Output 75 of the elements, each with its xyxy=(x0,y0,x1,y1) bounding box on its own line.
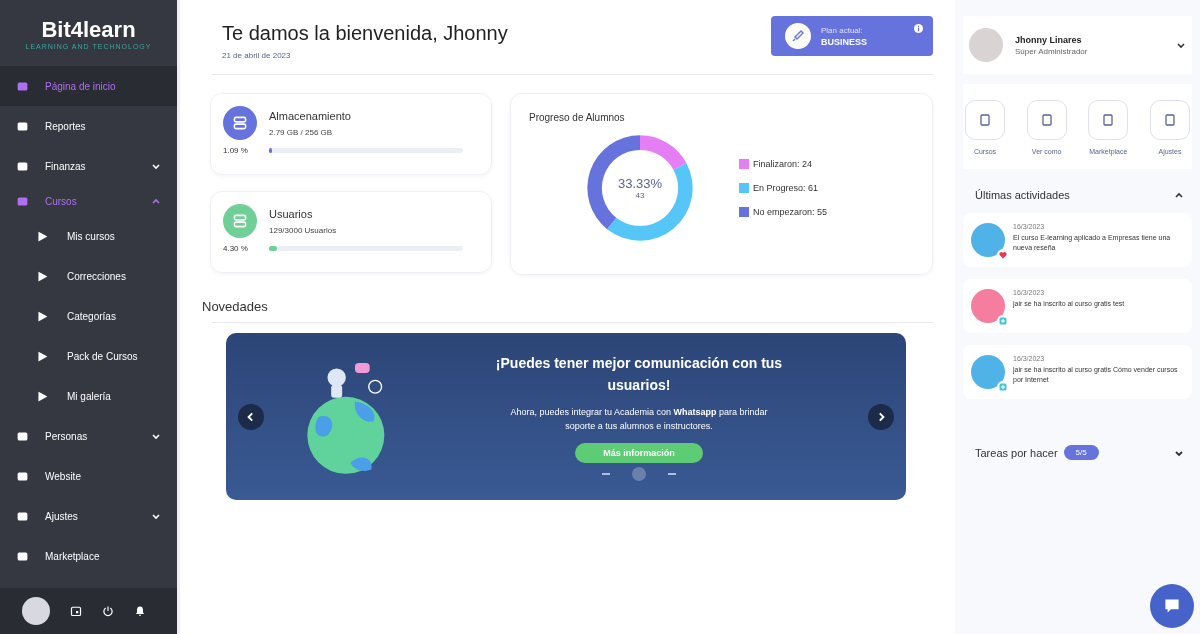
sidebar-item[interactable]: Reportes xyxy=(0,106,177,146)
sidebar-subitem[interactable]: Mi galería xyxy=(0,376,177,416)
sidebar-subitem[interactable]: Pack de Cursos xyxy=(0,336,177,376)
chart-title: Progreso de Alumnos xyxy=(529,112,626,123)
menu-icon xyxy=(16,549,29,563)
bell-icon[interactable] xyxy=(134,605,146,617)
menu-icon xyxy=(36,389,49,403)
sidebar-subitem[interactable]: Categorías xyxy=(0,296,177,336)
avatar xyxy=(969,28,1003,62)
legend-label: No empezaron: 55 xyxy=(753,207,828,217)
plan-label: Plan actual: xyxy=(821,25,864,35)
banner-heading: ¡Puedes tener mejor comunicación con tus usuarios! xyxy=(494,353,784,396)
section-title: Tareas por hacer xyxy=(975,446,1058,459)
plus-icon xyxy=(997,315,1009,327)
section-title: Novedades xyxy=(202,299,269,314)
avatar[interactable] xyxy=(22,597,50,625)
profile-card[interactable]: Jhonny Linares Súper Administrador xyxy=(963,16,1192,74)
percent-text: 1.09 % xyxy=(223,146,249,155)
legend-swatch xyxy=(739,159,749,169)
stat-title: Usuarios xyxy=(269,207,314,220)
menu-icon xyxy=(16,159,29,173)
stat-detail: 129/3000 Usuarios xyxy=(269,225,337,235)
menu-icon xyxy=(36,349,49,363)
legend-swatch xyxy=(739,183,749,193)
date-text: 21 de abril de 2023 xyxy=(222,51,292,60)
heart-icon xyxy=(997,249,1009,261)
shortcut-button[interactable] xyxy=(1088,100,1129,140)
profile-name: Jhonny Linares xyxy=(1015,34,1083,45)
previous-button[interactable] xyxy=(238,403,264,430)
shortcut-button[interactable] xyxy=(965,100,1005,140)
menu-icon xyxy=(16,469,29,483)
profile-role: Súper Administrador xyxy=(1015,46,1089,56)
stat-title: Almacenamiento xyxy=(269,109,351,122)
plus-icon xyxy=(997,381,1009,393)
sidebar-item[interactable]: Finanzas xyxy=(0,146,177,186)
sidebar-item[interactable]: Cursos xyxy=(0,186,177,216)
power-icon[interactable] xyxy=(102,605,114,617)
section-title: Últimas actividades xyxy=(975,189,1070,201)
menu-icon xyxy=(16,429,29,443)
menu-icon xyxy=(36,269,49,283)
legend-swatch xyxy=(739,207,749,217)
percent-text: 4.30 % xyxy=(223,244,249,253)
task-count-badge: 5/5 xyxy=(1063,445,1099,460)
welcome-title: Te damos la bienvenida, Jhonny xyxy=(222,22,508,45)
carousel-dot[interactable] xyxy=(632,467,646,482)
sidebar-item[interactable]: Marketplace xyxy=(0,536,177,576)
sidebar-item[interactable]: Personas xyxy=(0,416,177,456)
legend-label: Finalizaron: 24 xyxy=(753,159,813,169)
next-button[interactable] xyxy=(868,403,894,430)
stat-detail: 2.79 GB / 256 GB xyxy=(269,127,334,137)
legend-label: En Progreso: 61 xyxy=(753,183,819,193)
plan-card[interactable]: Plan actual: BUSINESS xyxy=(771,16,933,56)
chat-button[interactable] xyxy=(1150,584,1194,628)
chevron-icon xyxy=(1176,40,1186,50)
shortcut-button[interactable] xyxy=(1149,100,1190,140)
plan-name: BUSINESS xyxy=(821,36,867,47)
logo: Bit4learn xyxy=(41,16,136,43)
sidebar-subitem[interactable]: Correcciones xyxy=(0,256,177,296)
menu-icon xyxy=(36,309,49,323)
menu-icon xyxy=(16,509,29,523)
menu-icon xyxy=(16,79,29,93)
info-icon[interactable] xyxy=(914,24,923,33)
menu-icon xyxy=(36,229,49,243)
sidebar-item[interactable]: Website xyxy=(0,456,177,496)
menu-icon xyxy=(16,194,29,208)
shortcut-button[interactable] xyxy=(1026,100,1067,140)
menu-icon xyxy=(16,119,29,133)
sidebar-item[interactable]: Ajustes xyxy=(0,496,177,536)
center-count: 43 xyxy=(635,191,645,200)
banner-text: Ahora, puedes integrar tu Academia con Whatsapp para brindar soporte a tus alumnos e instructores. xyxy=(509,405,769,433)
calendar-icon[interactable] xyxy=(70,605,82,617)
chevron-icon[interactable] xyxy=(1174,190,1184,200)
center-percent: 33.33% xyxy=(617,176,663,191)
sidebar-subitem[interactable]: Mis cursos xyxy=(0,216,177,256)
sidebar-item[interactable]: Página de inicio xyxy=(0,66,177,106)
